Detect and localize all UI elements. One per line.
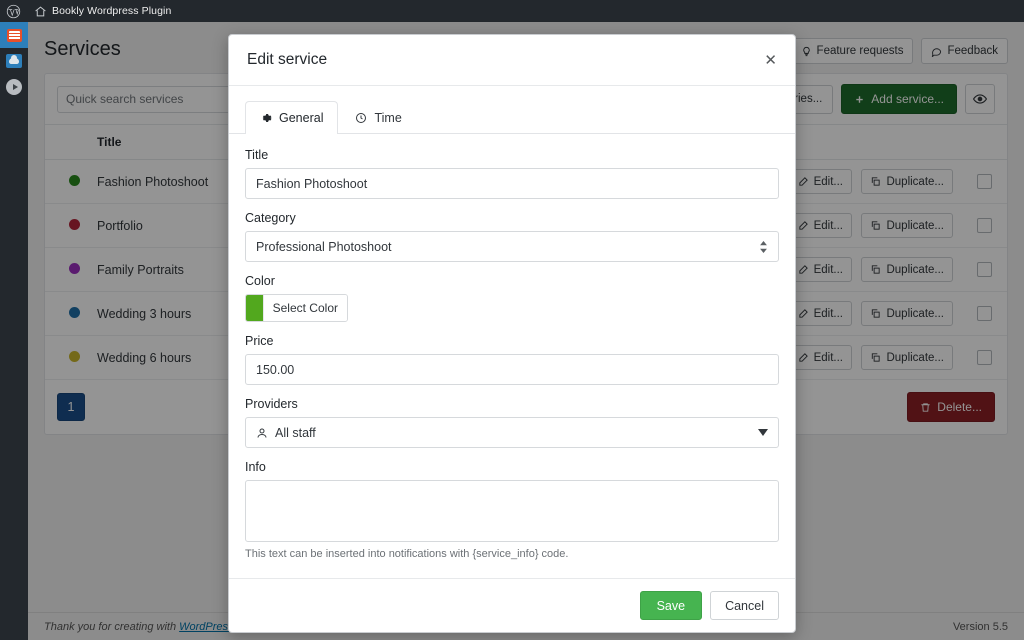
chevron-updown-icon bbox=[759, 240, 768, 253]
select-color-button[interactable]: Select Color bbox=[262, 295, 347, 321]
color-label: Color bbox=[245, 274, 275, 288]
app-root: Bookly Wordpress Plugin Services Feature… bbox=[0, 0, 1024, 640]
user-icon bbox=[257, 428, 267, 438]
close-icon[interactable]: ✕ bbox=[764, 53, 777, 68]
edit-service-modal: Edit service ✕ General Time Title Fashio… bbox=[228, 34, 796, 633]
color-swatch[interactable] bbox=[246, 295, 263, 321]
providers-label: Providers bbox=[245, 397, 298, 411]
category-value: Professional Photoshoot bbox=[256, 239, 392, 254]
cloud-icon bbox=[6, 54, 22, 68]
cancel-button[interactable]: Cancel bbox=[710, 591, 779, 620]
modal-tabs: General Time bbox=[229, 86, 795, 134]
info-hint: This text can be inserted into notificat… bbox=[245, 548, 569, 560]
providers-select[interactable]: All staff bbox=[245, 417, 779, 448]
title-label: Title bbox=[245, 148, 269, 162]
modal-title: Edit service bbox=[247, 51, 328, 68]
modal-footer: Save Cancel bbox=[229, 578, 795, 632]
field-info: Info This text can be inserted into noti… bbox=[245, 460, 779, 560]
field-color: Color Select Color bbox=[245, 274, 779, 322]
clock-icon bbox=[356, 113, 367, 123]
rail-item-bookly[interactable] bbox=[0, 22, 28, 48]
gear-icon bbox=[262, 114, 272, 122]
modal-body: Title Category Professional Photoshoot C… bbox=[229, 134, 795, 578]
rail-item-media[interactable] bbox=[0, 74, 28, 100]
category-label: Category bbox=[245, 211, 296, 225]
info-label: Info bbox=[245, 460, 266, 474]
field-providers: Providers All staff bbox=[245, 397, 779, 448]
category-select[interactable]: Professional Photoshoot bbox=[245, 231, 779, 262]
title-input[interactable] bbox=[245, 168, 779, 199]
icon-rail bbox=[0, 22, 28, 640]
tab-general[interactable]: General bbox=[245, 101, 339, 134]
tab-time[interactable]: Time bbox=[340, 101, 416, 134]
tab-general-label: General bbox=[279, 111, 324, 125]
home-icon bbox=[35, 6, 46, 16]
chevron-down-icon bbox=[758, 429, 768, 436]
wp-admin-bar: Bookly Wordpress Plugin bbox=[0, 0, 1024, 22]
providers-value: All staff bbox=[275, 425, 316, 440]
admin-bar-site-name: Bookly Wordpress Plugin bbox=[52, 5, 172, 17]
bookly-calendar-icon bbox=[6, 28, 22, 42]
price-label: Price bbox=[245, 334, 274, 348]
admin-bar-site-link[interactable]: Bookly Wordpress Plugin bbox=[26, 0, 179, 22]
save-button[interactable]: Save bbox=[639, 591, 703, 620]
info-textarea[interactable] bbox=[245, 480, 779, 542]
play-circle-icon bbox=[6, 79, 22, 95]
field-category: Category Professional Photoshoot bbox=[245, 211, 779, 262]
color-picker[interactable]: Select Color bbox=[245, 294, 348, 322]
field-price: Price bbox=[245, 334, 779, 385]
modal-header: Edit service ✕ bbox=[229, 35, 795, 86]
price-input[interactable] bbox=[245, 354, 779, 385]
tab-time-label: Time bbox=[374, 111, 402, 125]
field-title: Title bbox=[245, 148, 779, 199]
wordpress-logo-icon[interactable] bbox=[0, 0, 26, 22]
rail-item-cloud[interactable] bbox=[0, 48, 28, 74]
